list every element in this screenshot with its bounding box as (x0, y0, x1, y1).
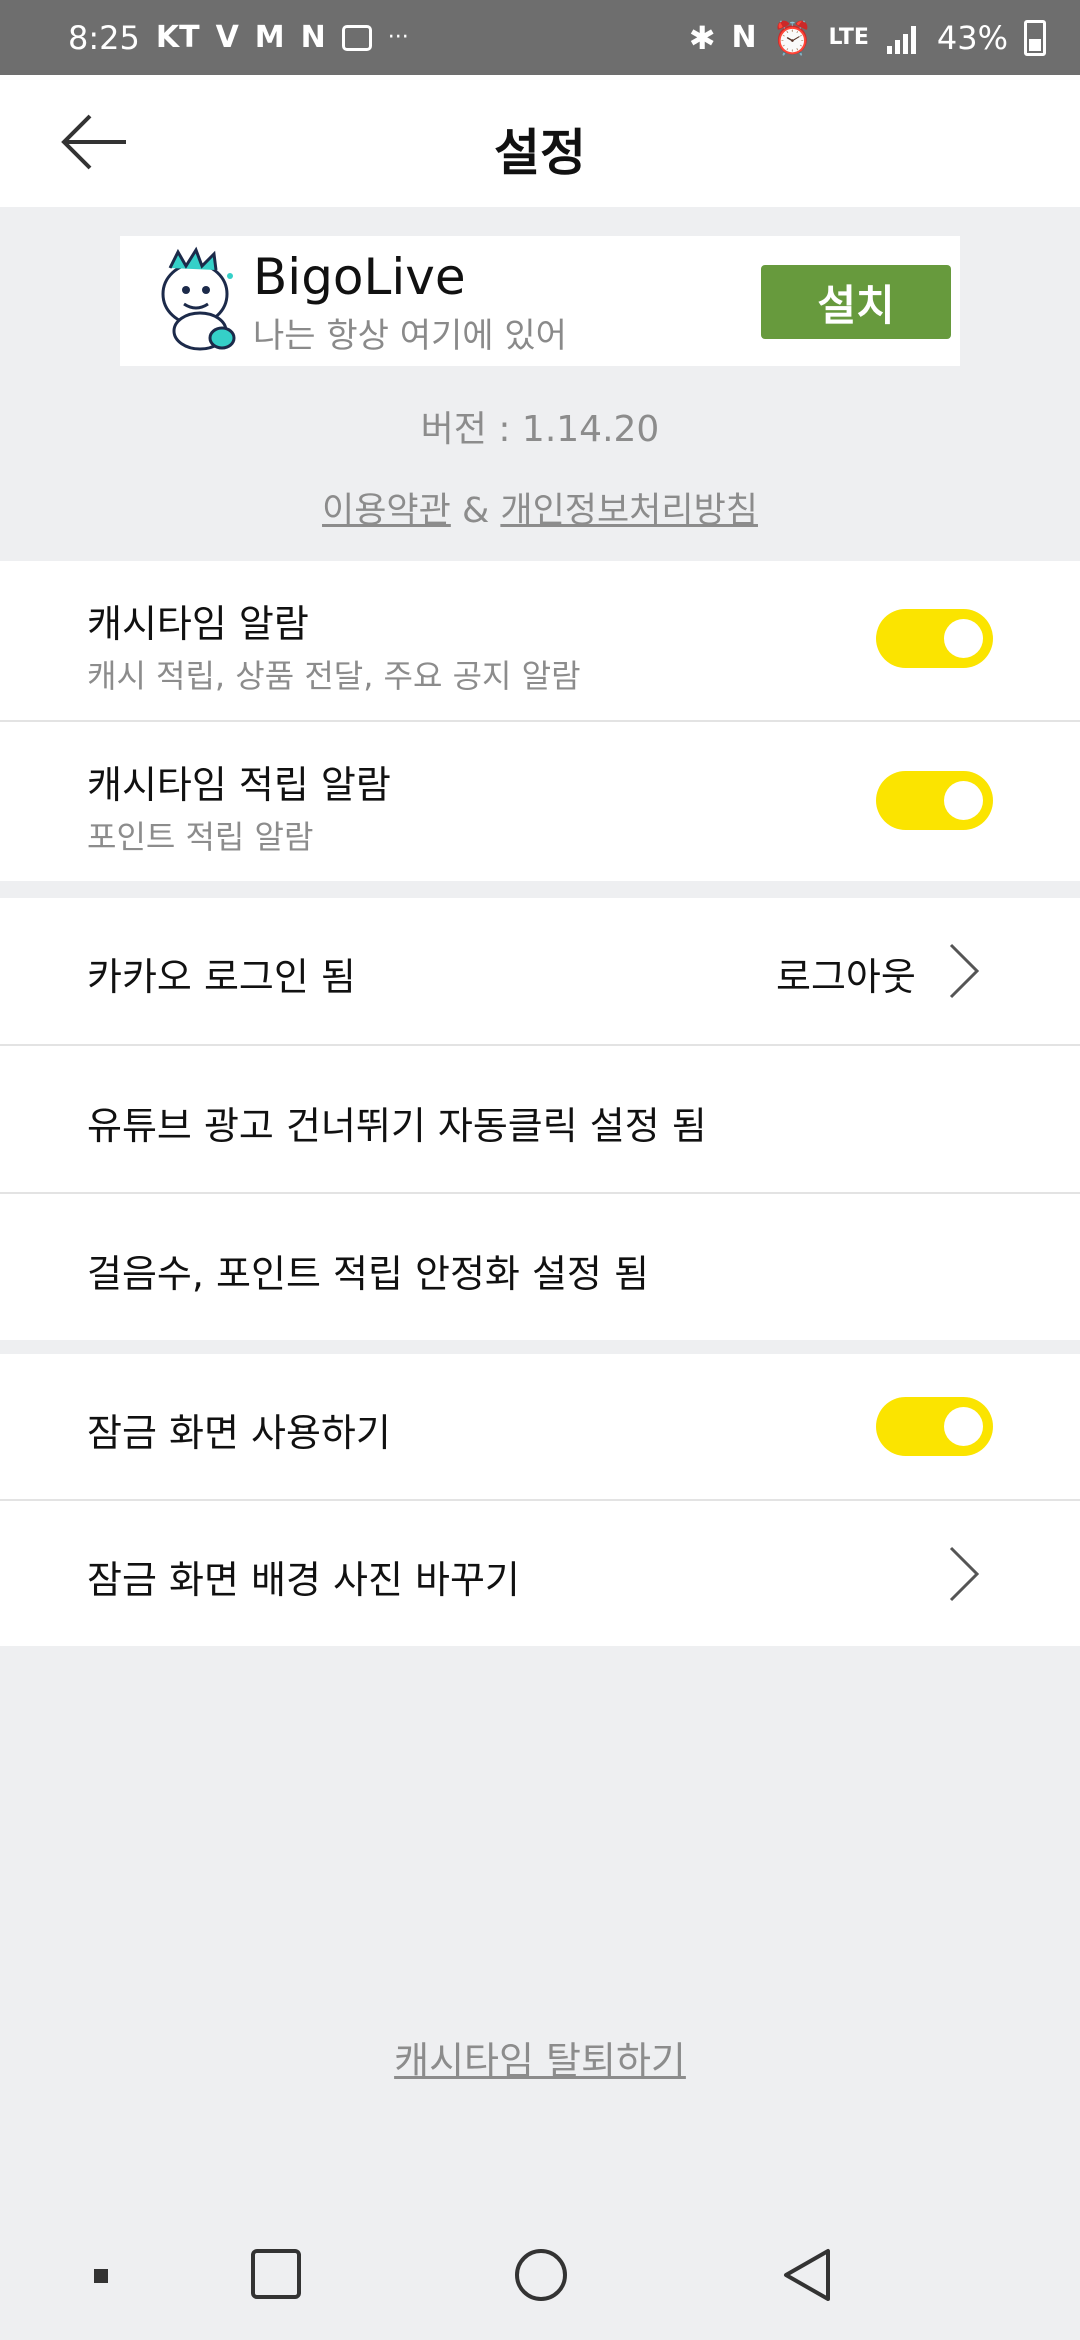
setting-title: 잠금 화면 사용하기 (87, 1411, 391, 1455)
legal-separator: & (450, 491, 501, 531)
install-button[interactable]: 설치 (761, 265, 951, 339)
cash-alarm-toggle[interactable] (876, 609, 993, 668)
setting-title: 걸음수, 포인트 적립 안정화 설정 됨 (87, 1252, 649, 1296)
status-bar-left: 8:25 KT V M N ··· (68, 19, 409, 57)
setting-title: 캐시타임 알람 (87, 602, 309, 646)
toggle-knob (944, 1407, 983, 1446)
earn-alarm-toggle[interactable] (876, 771, 993, 830)
legal-links: 이용약관 & 개인정보처리방침 (0, 482, 1080, 533)
setting-title: 잠금 화면 배경 사진 바꾸기 (87, 1558, 520, 1602)
setting-row-earn-alarm: 캐시타임 적립 알람 포인트 적립 알람 (0, 722, 1080, 881)
setting-title: 캐시타임 적립 알람 (87, 763, 391, 807)
setting-row-kakao-login: 카카오 로그인 됨 로그아웃 (0, 898, 1080, 1044)
version-label: 버전 : 1.14.20 (420, 409, 660, 450)
back-nav-icon[interactable] (782, 2248, 832, 2302)
home-icon[interactable] (514, 2248, 568, 2302)
setting-subtitle: 포인트 적립 알람 (87, 818, 314, 856)
toggle-knob (944, 619, 983, 658)
recent-apps-icon[interactable] (250, 2248, 302, 2300)
page-title: 설정 (494, 124, 586, 182)
chevron-right-icon (949, 1546, 980, 1602)
carrier-label: KT (155, 20, 200, 55)
signal-icon (886, 25, 916, 54)
ad-tagline: 나는 항상 여기에 있어 (253, 316, 567, 356)
nfc-icon: N (731, 20, 757, 55)
v3-icon: V (215, 20, 239, 55)
setting-title: 유튜브 광고 건너뛰기 자동클릭 설정 됨 (87, 1104, 707, 1148)
setting-row-cash-alarm: 캐시타임 알람 캐시 적립, 상품 전달, 주요 공지 알람 (0, 561, 1080, 721)
lockscreen-toggle[interactable] (876, 1397, 993, 1456)
ad-banner[interactable]: BigoLive 나는 항상 여기에 있어 설치 (120, 236, 960, 366)
setting-row-steps-stabilize[interactable]: 걸음수, 포인트 적립 안정화 설정 됨 (0, 1194, 1080, 1340)
ad-app-name: BigoLive (253, 248, 466, 306)
app-header: 설정 (0, 75, 1080, 207)
chevron-right-icon[interactable] (948, 942, 980, 1000)
bigolive-logo-icon (161, 246, 236, 351)
setting-title: 카카오 로그인 됨 (87, 955, 356, 999)
clock: 8:25 (68, 18, 140, 57)
setting-row-lockscreen: 잠금 화면 사용하기 (0, 1354, 1080, 1499)
setting-row-lock-background[interactable]: 잠금 화면 배경 사진 바꾸기 (0, 1501, 1080, 1646)
setting-row-youtube-skip[interactable]: 유튜브 광고 건너뛰기 자동클릭 설정 됨 (0, 1046, 1080, 1192)
logout-button[interactable]: 로그아웃 (776, 946, 916, 1001)
n-icon: N (300, 20, 326, 55)
status-bar-right: ✱ N ⏰ LTE 43% (689, 19, 1046, 57)
lte-icon: LTE (828, 25, 869, 50)
battery-percent: 43% (936, 18, 1008, 57)
camera-icon (341, 24, 372, 51)
more-icon: ··· (387, 25, 409, 50)
setting-subtitle: 캐시 적립, 상품 전달, 주요 공지 알람 (87, 657, 581, 695)
bluetooth-icon: ✱ (688, 18, 716, 57)
status-bar: 8:25 KT V M N ··· ✱ N ⏰ LTE 43% (0, 0, 1080, 75)
alarm-icon: ⏰ (772, 18, 813, 57)
m-icon: M (254, 20, 285, 55)
terms-link[interactable]: 이용약관 (322, 491, 451, 531)
toggle-knob (944, 781, 983, 820)
nav-dot-icon[interactable] (94, 2269, 108, 2283)
privacy-policy-link[interactable]: 개인정보처리방침 (500, 491, 758, 531)
battery-icon (1024, 19, 1046, 56)
withdraw-link[interactable]: 캐시타임 탈퇴하기 (394, 2039, 686, 2083)
system-nav-bar (0, 2212, 1080, 2340)
withdraw-container: 캐시타임 탈퇴하기 (0, 2030, 1080, 2085)
